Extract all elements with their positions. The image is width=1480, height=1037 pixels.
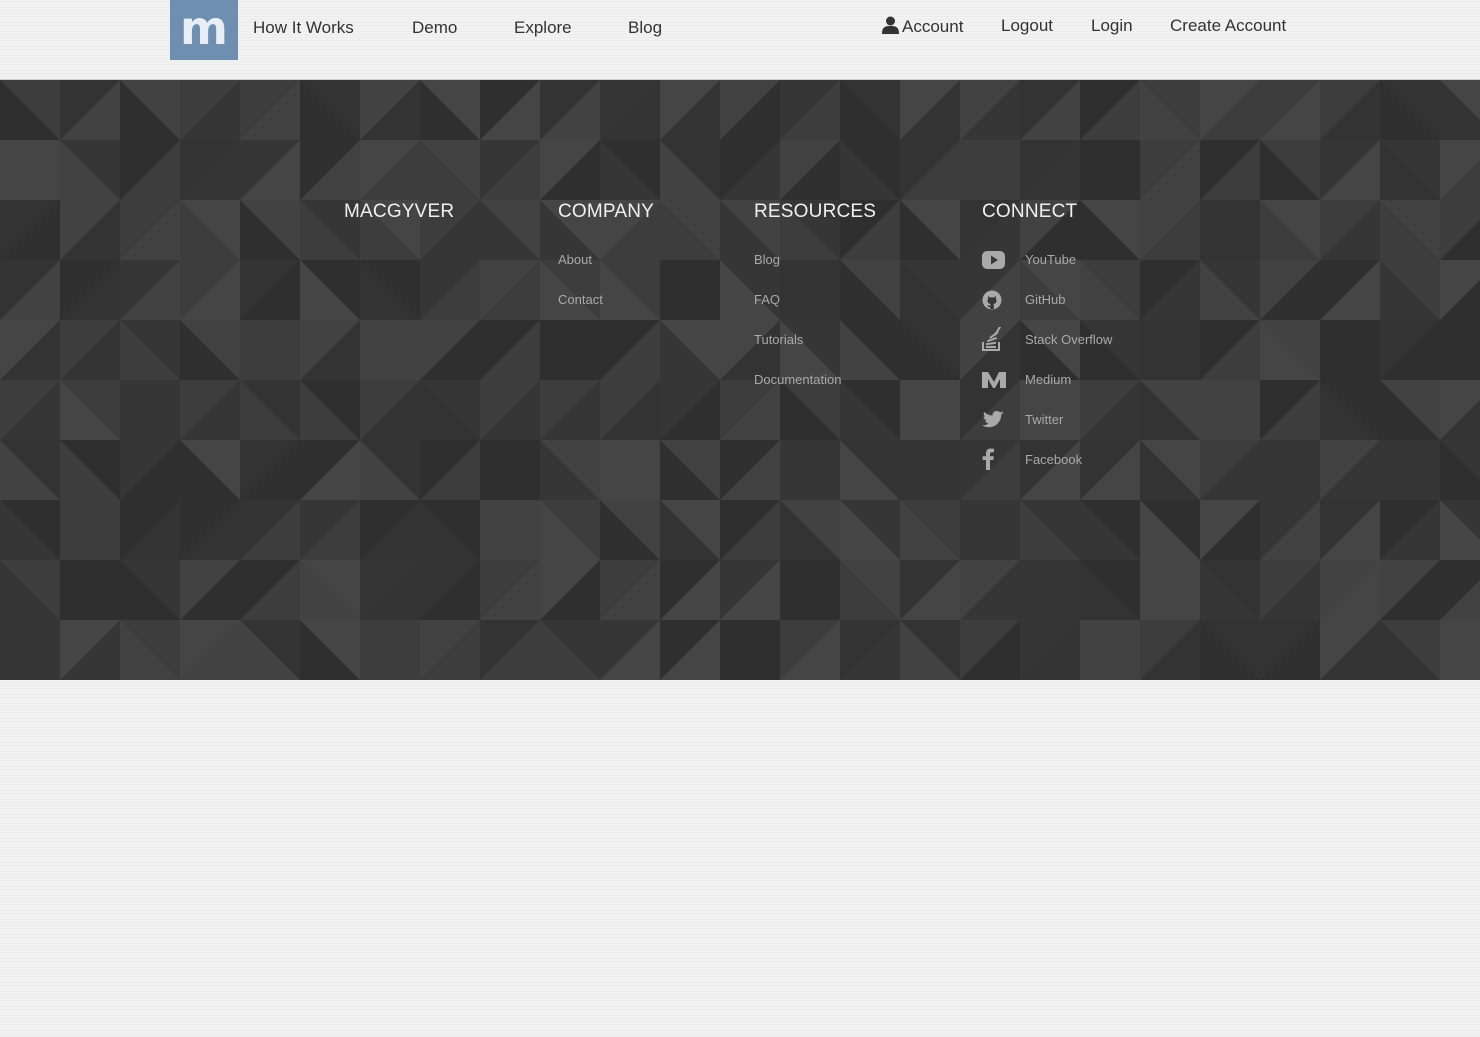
footer-link-medium[interactable]: Medium bbox=[1025, 372, 1071, 387]
youtube-icon bbox=[982, 248, 1006, 272]
footer-link-faq[interactable]: FAQ bbox=[754, 292, 780, 307]
nav-how-it-works[interactable]: How It Works bbox=[253, 18, 354, 38]
footer-link-stack-overflow[interactable]: Stack Overflow bbox=[1025, 332, 1112, 347]
footer-title-resources: RESOURCES bbox=[754, 201, 877, 222]
footer-title-company: COMPANY bbox=[558, 201, 655, 222]
nav-login[interactable]: Login bbox=[1091, 16, 1133, 36]
twitter-icon bbox=[982, 408, 1006, 432]
footer-triangle-pattern bbox=[0, 80, 1480, 680]
footer-link-blog[interactable]: Blog bbox=[754, 252, 780, 267]
footer-link-contact[interactable]: Contact bbox=[558, 292, 603, 307]
footer-link-youtube[interactable]: YouTube bbox=[1025, 252, 1076, 267]
logo-letter: m bbox=[180, 1, 228, 55]
nav-create-account[interactable]: Create Account bbox=[1170, 16, 1286, 36]
site-logo[interactable]: m bbox=[170, 0, 238, 60]
footer-link-about[interactable]: About bbox=[558, 252, 592, 267]
footer-link-facebook[interactable]: Facebook bbox=[1025, 452, 1082, 467]
footer-link-tutorials[interactable]: Tutorials bbox=[754, 332, 803, 347]
nav-demo[interactable]: Demo bbox=[412, 18, 457, 38]
stack-overflow-icon bbox=[982, 327, 1006, 351]
account-label: Account bbox=[902, 17, 964, 36]
nav-logout[interactable]: Logout bbox=[1001, 16, 1053, 36]
medium-icon bbox=[982, 368, 1006, 392]
site-footer: MACGYVER COMPANY About Contact RESOURCES… bbox=[0, 80, 1480, 680]
footer-title-connect: CONNECT bbox=[982, 201, 1078, 222]
github-icon bbox=[982, 288, 1006, 312]
nav-explore[interactable]: Explore bbox=[514, 18, 572, 38]
footer-link-documentation[interactable]: Documentation bbox=[754, 372, 841, 387]
facebook-icon bbox=[982, 447, 1006, 471]
nav-account[interactable]: Account bbox=[882, 16, 963, 39]
user-icon bbox=[882, 16, 899, 39]
top-navbar: m How It Works Demo Explore Blog Account… bbox=[0, 0, 1480, 80]
footer-link-twitter[interactable]: Twitter bbox=[1025, 412, 1063, 427]
nav-blog[interactable]: Blog bbox=[628, 18, 662, 38]
footer-title-macgyver: MACGYVER bbox=[344, 201, 455, 222]
footer-link-github[interactable]: GitHub bbox=[1025, 292, 1065, 307]
